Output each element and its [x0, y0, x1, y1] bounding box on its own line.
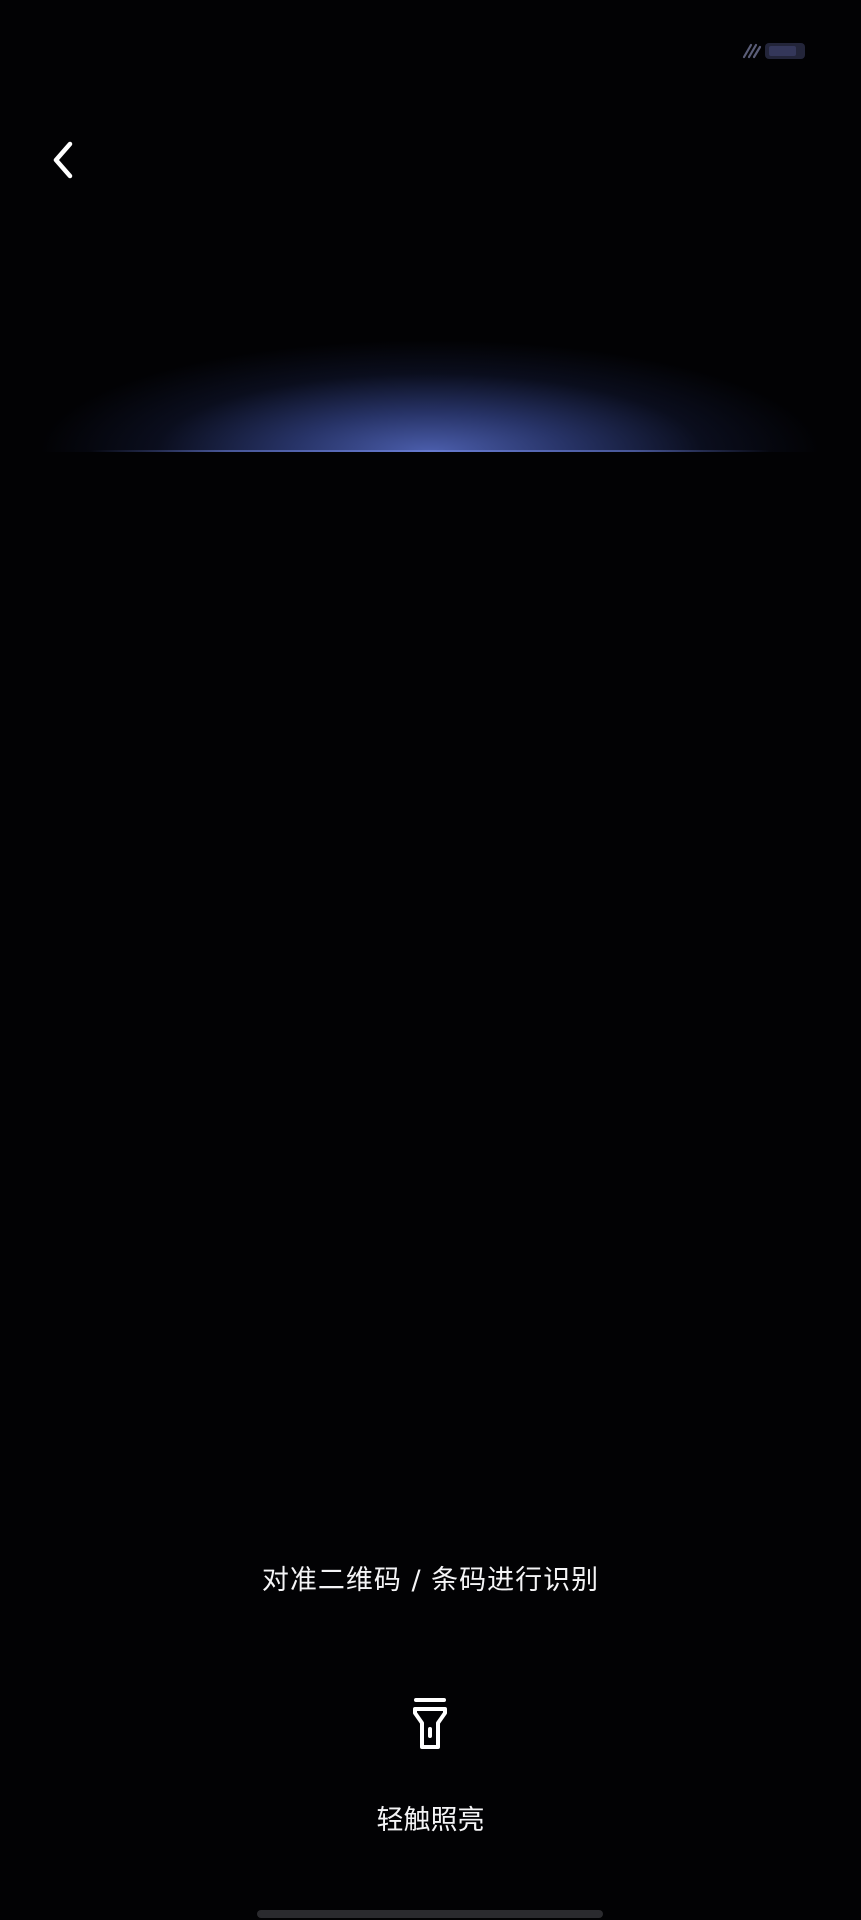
battery-level [769, 46, 796, 56]
battery-icon [765, 43, 805, 59]
back-button[interactable] [36, 132, 92, 188]
signal-icon [742, 43, 762, 59]
chevron-left-icon [53, 141, 73, 179]
flashlight-icon [413, 1698, 447, 1749]
status-bar [0, 0, 861, 100]
home-indicator[interactable] [257, 1910, 603, 1918]
flashlight-button[interactable]: 轻触照亮 [360, 1690, 501, 1840]
flashlight-label: 轻触照亮 [376, 1805, 485, 1836]
scan-hint-text: 对准二维码 / 条码进行识别 [261, 1565, 600, 1596]
scan-line [40, 340, 820, 452]
